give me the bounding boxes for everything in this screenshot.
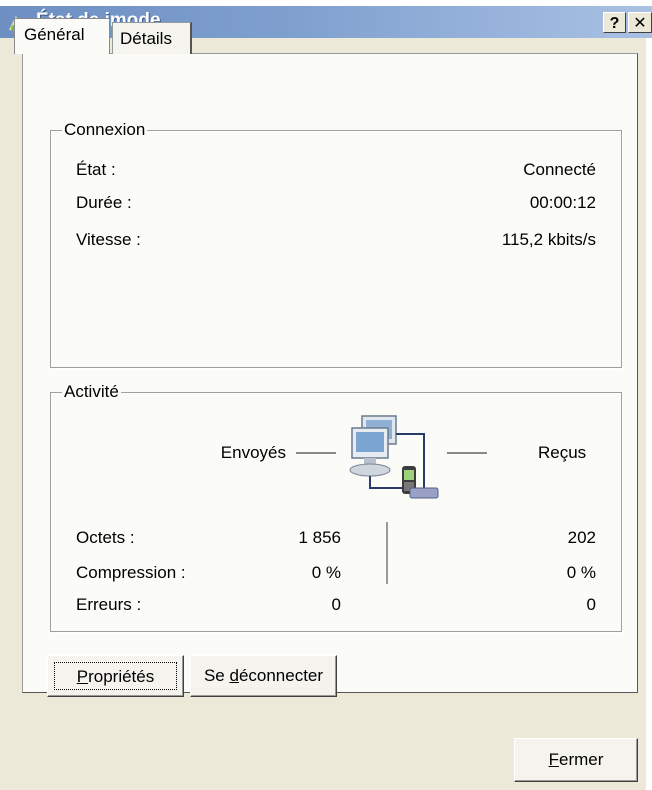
sent-header: Envoyés	[220, 443, 286, 462]
compression-sent-value: 0 %	[311, 563, 341, 582]
errors-label: Erreurs :	[76, 595, 142, 614]
disconnect-button-label: Se déconnecter	[203, 666, 324, 685]
activite-group-title: Activité	[62, 382, 121, 402]
tab-general[interactable]: Général	[14, 18, 110, 54]
bytes-received-value: 202	[567, 528, 596, 547]
state-value: Connecté	[523, 160, 596, 179]
sent-received-divider	[386, 522, 388, 584]
properties-button[interactable]: Propriétés	[47, 655, 184, 697]
connexion-group-title: Connexion	[62, 120, 148, 140]
speed-value: 115,2 kbits/s	[501, 230, 596, 249]
disconnect-button[interactable]: Se déconnecter	[190, 655, 337, 697]
errors-sent-value: 0	[331, 595, 341, 614]
duration-value: 00:00:12	[529, 193, 596, 212]
bytes-sent-value: 1 856	[298, 528, 341, 547]
close-dialog-button-label: Fermer	[548, 750, 604, 769]
network-activity-icon	[349, 415, 439, 499]
close-dialog-button[interactable]: Fermer	[514, 738, 638, 782]
state-label: État :	[76, 160, 116, 179]
errors-received-value: 0	[586, 595, 596, 614]
tab-details[interactable]: Détails	[112, 22, 192, 54]
speed-label: Vitesse :	[76, 230, 141, 249]
close-button[interactable]: ✕	[628, 12, 652, 33]
bytes-label: Octets :	[76, 528, 135, 547]
tab-general-label: Général	[24, 25, 85, 44]
received-header: Reçus	[538, 443, 587, 462]
compression-label: Compression :	[76, 563, 186, 582]
tab-details-label: Détails	[120, 29, 172, 48]
help-button[interactable]: ?	[603, 12, 626, 33]
properties-button-label: Propriétés	[54, 662, 177, 690]
sent-line	[296, 452, 336, 454]
received-line	[447, 452, 487, 454]
duration-label: Durée :	[76, 193, 132, 212]
compression-received-value: 0 %	[566, 563, 596, 582]
close-icon: ✕	[633, 15, 647, 32]
